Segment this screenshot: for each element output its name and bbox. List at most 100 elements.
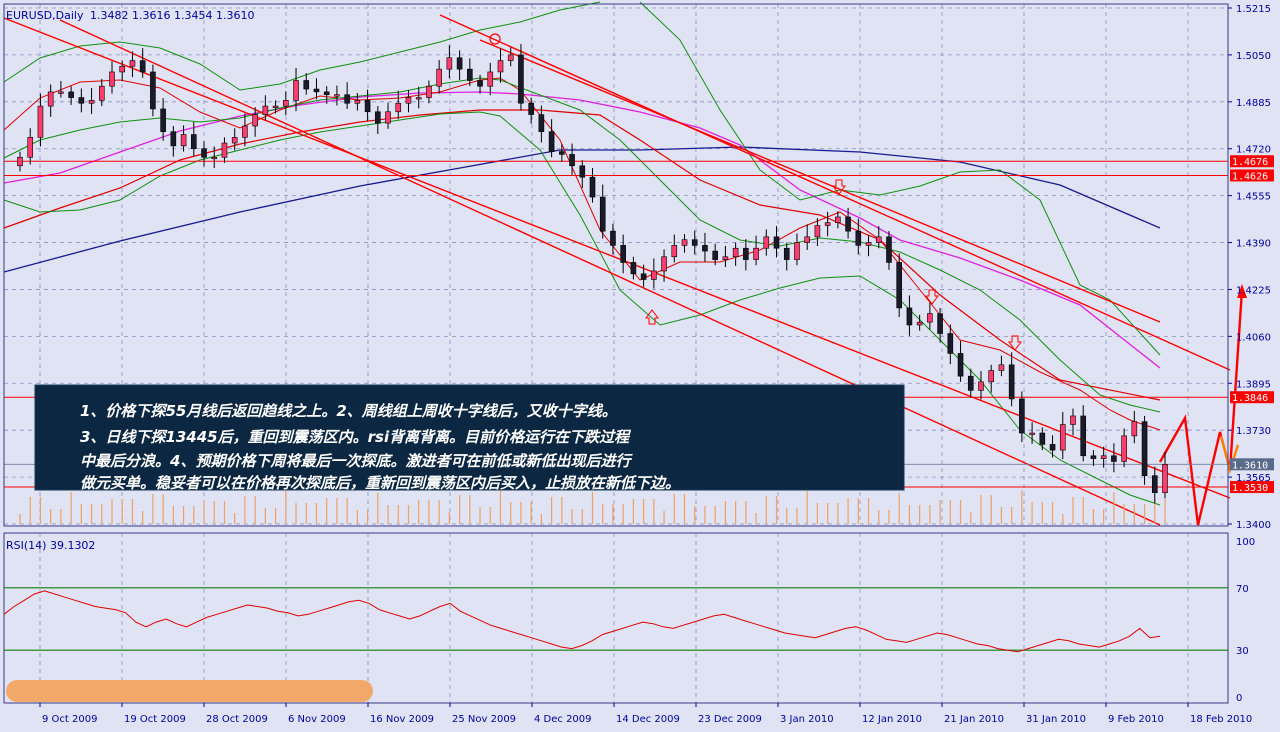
candle-down [937, 313, 943, 334]
candle-up [272, 105, 279, 108]
y-tick-label: 1.4225 [1236, 285, 1271, 296]
candle-up [354, 100, 361, 104]
y-tick-label: 1.5215 [1236, 4, 1271, 15]
candle-down [886, 236, 892, 263]
price-tag-label: 1.3610 [1232, 460, 1268, 471]
candle-down [1080, 415, 1087, 457]
ohlc-readout: 1.3482 1.3616 1.3454 1.3610 [90, 9, 254, 22]
candle-up [1162, 463, 1168, 494]
candle-up [37, 105, 44, 138]
candle-down [467, 68, 473, 81]
annotation-line-2: 3、日线下探13445后，重回到震荡区内。rsi背离背离。目前价格运行在下跌过程 [80, 428, 631, 446]
candle-up [221, 142, 228, 158]
candle-down [855, 230, 862, 246]
candle-down [201, 148, 207, 158]
x-tick-label: 25 Nov 2009 [452, 714, 516, 725]
candle-down [68, 91, 74, 98]
candle-up [231, 137, 238, 144]
annotation-box: 1、价格下探55月线后返回趋线之上。2、周线组上周收十字线后，又收十字线。 3、… [34, 384, 905, 492]
candle-down [190, 134, 197, 150]
candle-up [98, 85, 105, 101]
candle-up [927, 313, 933, 323]
candle-down [702, 245, 708, 252]
candle-up [293, 80, 299, 101]
candle-down [1008, 364, 1015, 400]
price-tag-label: 1.3846 [1232, 393, 1268, 404]
candle-down [1019, 398, 1025, 434]
candle-up [507, 54, 514, 61]
candle-down [477, 80, 483, 87]
y-tick-label: 1.5050 [1236, 51, 1271, 62]
candle-up [978, 381, 984, 391]
highlight-strip [6, 680, 373, 702]
candle-down [610, 230, 616, 246]
candle-down [630, 262, 637, 275]
candle-up [385, 111, 391, 124]
candle-down [303, 80, 310, 90]
candle-up [681, 239, 688, 246]
candle-up [794, 242, 800, 260]
candle-up [763, 236, 770, 249]
x-tick-label: 18 Feb 2010 [1190, 714, 1252, 725]
candle-up [753, 247, 759, 260]
candle-down [1090, 455, 1097, 459]
candle-up [865, 242, 872, 246]
candle-up [671, 245, 678, 258]
candle-down [170, 131, 177, 147]
candle-down [323, 91, 330, 96]
x-tick-label: 4 Dec 2009 [534, 714, 592, 725]
candle-up [17, 156, 23, 167]
chart-background [0, 0, 1280, 732]
candle-up [47, 91, 54, 107]
candle-up [129, 60, 136, 67]
chart-canvas[interactable]: 1.4676 1.4626 1.3846 1.3610 1.3530 1.5215 1.5… [0, 0, 1280, 732]
candle-up [875, 236, 882, 243]
candle-down [313, 88, 320, 93]
candle-down [160, 108, 166, 132]
candle-down [1151, 475, 1158, 494]
candle-down [906, 307, 913, 326]
candle-up [1131, 421, 1138, 437]
candle-up [436, 68, 442, 87]
candle-up [27, 137, 34, 158]
candle-up [405, 97, 412, 104]
candle-up [180, 134, 187, 147]
candle-down [139, 60, 146, 73]
candle-down [1039, 432, 1046, 445]
candle-down [640, 273, 647, 280]
candle-down [967, 375, 974, 391]
candle-up [661, 256, 667, 272]
chart-root: 1.4676 1.4626 1.3846 1.3610 1.3530 1.5215 1.5… [0, 0, 1280, 732]
candle-down [743, 247, 749, 260]
x-tick-label: 6 Nov 2009 [288, 714, 346, 725]
candle-up [446, 57, 453, 70]
candle-up [651, 270, 657, 280]
candle-up [804, 236, 810, 243]
candle-up [1070, 415, 1076, 425]
x-tick-label: 31 Jan 2010 [1026, 714, 1086, 725]
y-tick-label: 1.3730 [1236, 426, 1271, 437]
candle-down [845, 216, 851, 232]
candle-up [119, 65, 126, 73]
candle-down [896, 262, 902, 309]
candle-up [1121, 435, 1127, 462]
candle-up [916, 321, 923, 326]
candle-up [835, 216, 841, 223]
annotation-line-3: 中最后分浪。4、预期价格下周将最后一次探底。激进者可在前低或新低出现后进行 [80, 452, 633, 470]
candle-down [375, 111, 381, 124]
y-tick-label: 1.4060 [1236, 332, 1271, 343]
candle-up [88, 100, 95, 104]
candle-down [589, 176, 596, 198]
candle-up [1059, 424, 1066, 451]
candle-up [814, 225, 821, 238]
y-tick-label: 1.3565 [1236, 473, 1271, 484]
y-tick-label: 1.4720 [1236, 145, 1271, 156]
candle-up [487, 71, 494, 87]
candle-down [691, 239, 698, 246]
candle-down [599, 196, 606, 232]
candle-up [1100, 455, 1107, 459]
x-tick-label: 21 Jan 2010 [944, 714, 1004, 725]
x-tick-label: 19 Oct 2009 [124, 714, 186, 725]
price-tag-label: 1.4626 [1232, 171, 1268, 182]
candle-down [518, 54, 524, 104]
